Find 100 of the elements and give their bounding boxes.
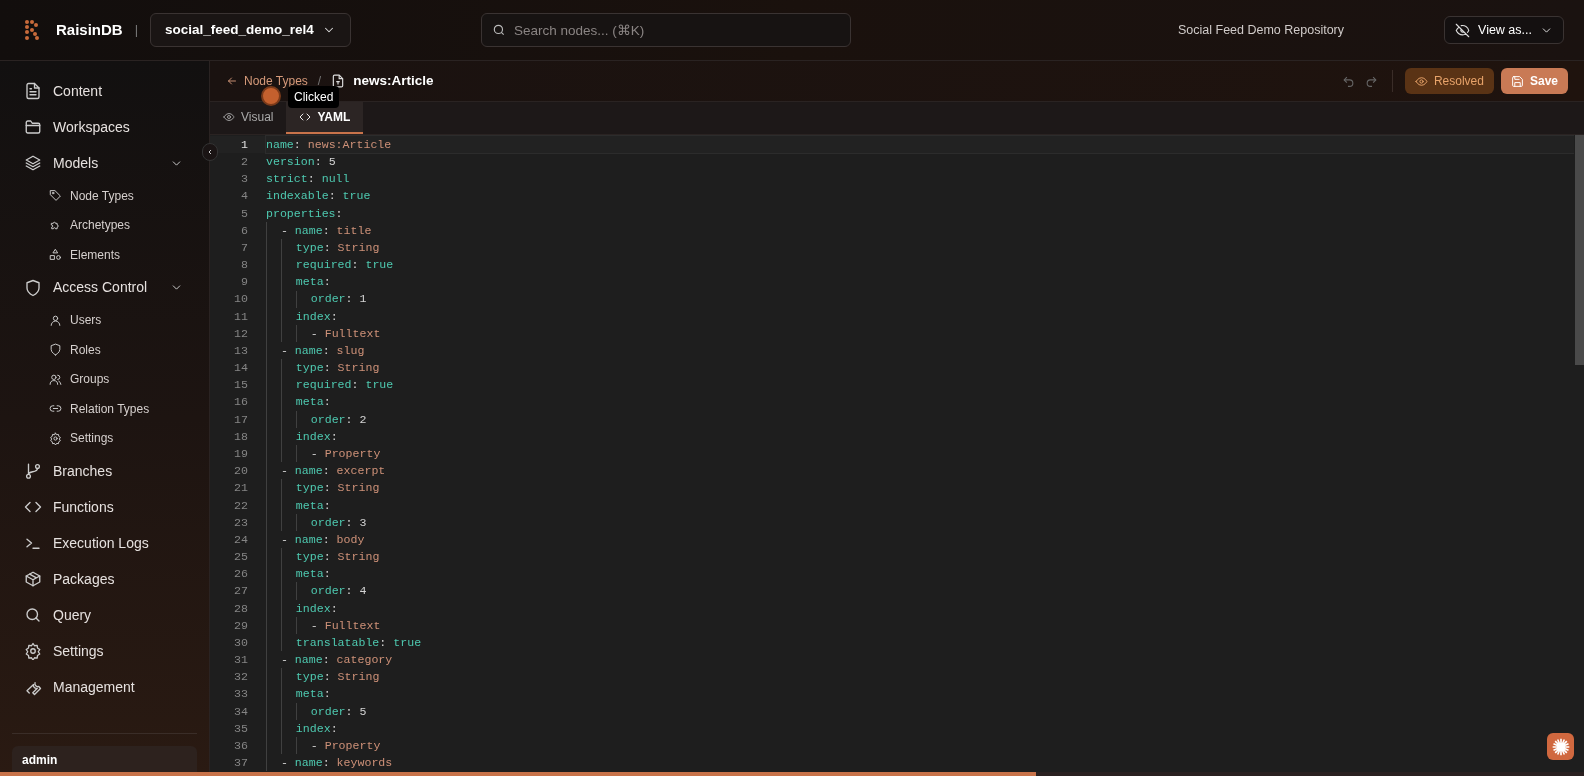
code-line: order: 5: [266, 702, 367, 720]
code-line: meta:: [266, 565, 331, 583]
line-number: 29: [233, 617, 248, 634]
settings-icon: [49, 431, 62, 445]
line-number: 6: [240, 222, 248, 239]
line-number: 32: [233, 669, 248, 686]
line-number: 18: [233, 428, 248, 445]
line-number: 21: [233, 480, 248, 497]
line-number: 26: [233, 566, 248, 583]
code-line: type: String: [266, 239, 380, 257]
code-line: index:: [266, 719, 338, 737]
line-number: 15: [233, 377, 248, 394]
search-field[interactable]: Search nodes... (⌘K): [481, 13, 851, 47]
eye-off-icon: [1455, 22, 1471, 38]
code-line: order: 4: [266, 582, 367, 600]
line-number: 34: [233, 703, 248, 720]
code-line: order: 1: [266, 290, 367, 308]
line-number: 2: [240, 154, 248, 171]
sidebar-subitem[interactable]: Groups: [16, 364, 193, 394]
line-number: 25: [233, 549, 248, 565]
code-line: - name: keywords: [266, 754, 393, 772]
undo-icon[interactable]: [1341, 74, 1355, 88]
sidebar-subitem[interactable]: Relation Types: [16, 394, 193, 424]
shield-icon: [49, 343, 62, 357]
line-number: 28: [233, 600, 248, 617]
sidebar-item[interactable]: Packages: [16, 561, 193, 597]
code-line: indexable: true: [266, 188, 371, 205]
user-icon: [49, 313, 62, 327]
sidebar-item[interactable]: Models: [16, 145, 193, 181]
code-line: index:: [266, 307, 338, 325]
save-icon: [1510, 74, 1524, 88]
code-line: - name: body: [266, 530, 365, 549]
branch-icon: [24, 462, 42, 480]
code-line: strict: null: [266, 171, 350, 188]
assistant-button[interactable]: [1547, 733, 1574, 760]
line-number: 14: [233, 360, 248, 377]
users-icon: [49, 372, 62, 386]
sidebar-item[interactable]: Execution Logs: [16, 525, 193, 561]
arrow-left-icon: [226, 75, 238, 87]
sidebar-subitem[interactable]: Users: [16, 305, 193, 335]
sidebar-item[interactable]: Content: [16, 73, 193, 109]
code-line: required: true: [266, 256, 394, 274]
code-line: - Fulltext: [266, 324, 381, 343]
tooltip: Clicked: [288, 86, 340, 108]
line-number: 1: [240, 136, 248, 153]
sidebar-item[interactable]: Access Control: [16, 269, 193, 306]
line-number: 16: [233, 394, 248, 411]
sidebar-subitem[interactable]: Node Types: [16, 181, 193, 211]
line-number: 24: [233, 531, 248, 548]
code-line: name: news:Article: [266, 136, 1574, 154]
chevron-left-icon: [206, 148, 214, 156]
code-line: type: String: [266, 668, 380, 686]
code-line: order: 3: [266, 513, 367, 531]
line-number: 13: [233, 342, 248, 359]
sidebar-subitem[interactable]: Settings: [16, 423, 193, 453]
tab[interactable]: Visual: [210, 102, 287, 134]
line-number: 20: [233, 463, 248, 480]
settings-icon: [24, 642, 42, 660]
search-icon: [24, 606, 42, 624]
line-number: 37: [233, 755, 248, 772]
sidebar-item[interactable]: Branches: [16, 453, 193, 489]
sidebar-subitem[interactable]: Roles: [16, 335, 193, 365]
eye-icon: [1414, 74, 1428, 88]
line-number: 35: [233, 720, 248, 737]
code-line: index:: [266, 599, 338, 617]
redo-icon[interactable]: [1364, 74, 1378, 88]
repository-selector[interactable]: social_feed_demo_rel4: [150, 13, 351, 47]
sidebar-item[interactable]: Workspaces: [16, 109, 193, 145]
layers-icon: [24, 154, 42, 172]
file-icon: [24, 82, 42, 100]
burst-icon: [1550, 736, 1571, 757]
code-line: - name: title: [266, 221, 372, 240]
resolved-button[interactable]: Resolved: [1404, 68, 1494, 94]
line-number: 30: [233, 634, 248, 651]
scrollbar-thumb[interactable]: [1575, 135, 1584, 365]
code-line: type: String: [266, 359, 380, 377]
line-number: 27: [233, 583, 248, 600]
code-line: index:: [266, 427, 338, 446]
code-icon: [299, 111, 312, 123]
user-card[interactable]: admin: [12, 746, 197, 772]
code-line: - name: slug: [266, 342, 365, 360]
code-line: order: 2: [266, 410, 367, 428]
line-number: 11: [233, 308, 248, 325]
sidebar-item[interactable]: Settings: [16, 633, 193, 669]
line-number: 3: [240, 171, 248, 188]
line-number: 4: [240, 188, 248, 205]
view-as-button[interactable]: View as...: [1444, 16, 1564, 44]
logo-icon: [24, 19, 40, 41]
line-number: 10: [233, 291, 248, 308]
sidebar-subitem[interactable]: Elements: [16, 240, 193, 270]
line-number: 33: [233, 686, 248, 703]
code-line: required: true: [266, 376, 394, 394]
sidebar-item[interactable]: Functions: [16, 489, 193, 525]
sidebar-subitem[interactable]: Archetypes: [16, 210, 193, 240]
sidebar-item[interactable]: Management: [16, 669, 193, 705]
code-line: translatable: true: [266, 634, 422, 652]
sidebar-item[interactable]: Query: [16, 597, 193, 633]
package-icon: [24, 570, 42, 588]
code-line: properties:: [266, 205, 343, 222]
line-number: 22: [233, 497, 248, 514]
